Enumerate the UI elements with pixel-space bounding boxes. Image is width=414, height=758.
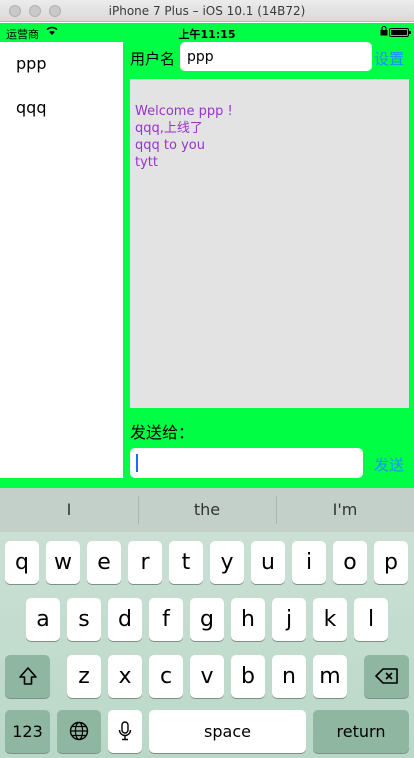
key-x[interactable]: x bbox=[108, 655, 142, 698]
suggestion-item[interactable]: the bbox=[138, 488, 276, 532]
microphone-icon bbox=[118, 721, 132, 741]
key-b[interactable]: b bbox=[231, 655, 265, 698]
key-l[interactable]: l bbox=[354, 598, 388, 641]
user-list-item[interactable]: qqq bbox=[0, 86, 123, 130]
user-list-item[interactable]: ppp bbox=[0, 42, 123, 86]
key-w[interactable]: w bbox=[46, 541, 80, 584]
key-n[interactable]: n bbox=[272, 655, 306, 698]
key-d[interactable]: d bbox=[108, 598, 142, 641]
status-time: 上午11:15 bbox=[178, 28, 236, 41]
suggestion-bar: I the I'm bbox=[0, 488, 414, 532]
key-f[interactable]: f bbox=[149, 598, 183, 641]
username-input[interactable] bbox=[180, 42, 372, 71]
user-list: ppp qqq bbox=[0, 42, 123, 478]
send-to-label: 发送给： bbox=[130, 423, 195, 442]
key-q[interactable]: q bbox=[5, 541, 39, 584]
delete-key[interactable] bbox=[364, 655, 409, 698]
key-j[interactable]: j bbox=[272, 598, 306, 641]
rotation-lock-icon bbox=[380, 26, 388, 39]
chat-history: Welcome ppp ! qqq,上线了 qqq to you tytt bbox=[130, 79, 409, 408]
chat-message: qqq to you bbox=[135, 138, 205, 153]
key-a[interactable]: a bbox=[26, 598, 60, 641]
key-v[interactable]: v bbox=[190, 655, 224, 698]
key-e[interactable]: e bbox=[87, 541, 121, 584]
window-title: iPhone 7 Plus – iOS 10.1 (14B72) bbox=[108, 4, 306, 18]
key-r[interactable]: r bbox=[128, 541, 162, 584]
send-button[interactable]: 发送 bbox=[374, 454, 404, 475]
shift-key[interactable] bbox=[5, 655, 50, 698]
key-i[interactable]: i bbox=[292, 541, 326, 584]
battery-icon bbox=[389, 28, 411, 37]
status-bar: 运营商 上午11:15 bbox=[0, 23, 414, 43]
dictation-key[interactable] bbox=[108, 710, 142, 753]
key-p[interactable]: p bbox=[374, 541, 408, 584]
app-screen: 运营商 上午11:15 ppp qqq 用户名 设置 Welcome ppp !… bbox=[0, 23, 414, 758]
key-h[interactable]: h bbox=[231, 598, 265, 641]
key-t[interactable]: t bbox=[169, 541, 203, 584]
key-k[interactable]: k bbox=[313, 598, 347, 641]
key-m[interactable]: m bbox=[313, 655, 347, 698]
text-caret bbox=[136, 454, 138, 472]
space-key[interactable]: space bbox=[149, 710, 306, 753]
numbers-key[interactable]: 123 bbox=[5, 710, 50, 753]
backspace-icon bbox=[374, 668, 398, 684]
settings-button[interactable]: 设置 bbox=[374, 48, 404, 69]
message-input[interactable] bbox=[130, 448, 363, 478]
globe-key[interactable] bbox=[57, 710, 101, 753]
simulator-title-bar: iPhone 7 Plus – iOS 10.1 (14B72) bbox=[0, 0, 414, 22]
key-g[interactable]: g bbox=[190, 598, 224, 641]
key-u[interactable]: u bbox=[251, 541, 285, 584]
chat-message: qqq,上线了 bbox=[135, 121, 203, 136]
key-s[interactable]: s bbox=[67, 598, 101, 641]
globe-icon bbox=[69, 721, 89, 741]
return-key[interactable]: return bbox=[313, 710, 409, 753]
key-y[interactable]: y bbox=[210, 541, 244, 584]
key-z[interactable]: z bbox=[67, 655, 101, 698]
chat-message: Welcome ppp ! bbox=[135, 104, 233, 119]
keyboard: I the I'm q w e r t y u i o p a s d f g … bbox=[0, 488, 414, 758]
suggestion-item[interactable]: I'm bbox=[276, 488, 414, 532]
suggestion-item[interactable]: I bbox=[0, 488, 138, 532]
key-o[interactable]: o bbox=[333, 541, 367, 584]
username-label: 用户名 bbox=[130, 50, 176, 68]
key-c[interactable]: c bbox=[149, 655, 183, 698]
chat-message: tytt bbox=[135, 155, 158, 170]
shift-icon bbox=[18, 667, 37, 685]
